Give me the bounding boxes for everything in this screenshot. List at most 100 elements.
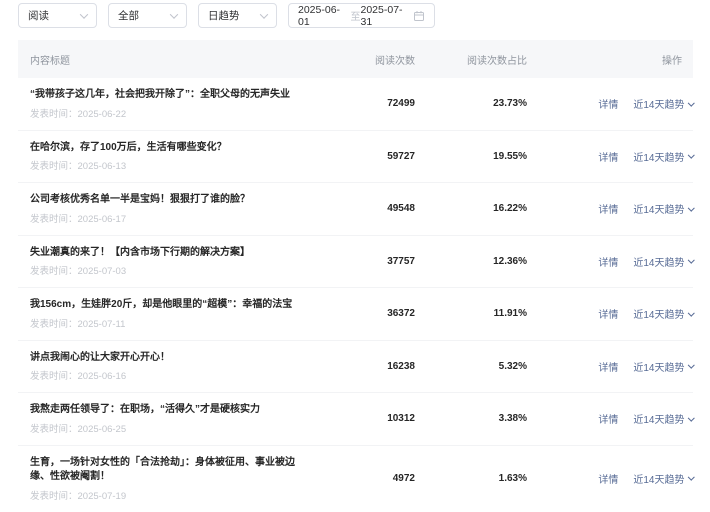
chevron-down-icon (687, 473, 694, 481)
chevron-down-icon (687, 361, 694, 369)
trend-14d-label: 近14天趋势 (633, 152, 685, 164)
read-count: 16238 (387, 360, 415, 372)
read-count: 4972 (392, 473, 415, 484)
read-percent: 16.22% (493, 203, 527, 215)
detail-link[interactable]: 详情 (598, 96, 618, 111)
table-header-row: 内容标题 阅读次数 阅读次数占比 操作 (18, 40, 693, 78)
date-range-separator: 至 (350, 12, 361, 23)
article-title-cell: “我带孩子这几年，社会把我开除了”：全职父母的无声失业 发表时间：2025-06… (18, 88, 325, 120)
date-range-picker[interactable]: 2025-06-01 至 2025-07-31 (288, 3, 435, 28)
article-title: 我156cm，生娃胖20斤，却是他眼里的“超模”：幸福的法宝 (30, 299, 293, 310)
actions-cell: 详情 近14天趋势 (527, 359, 694, 374)
chevron-down-icon (687, 204, 694, 211)
read-count: 72499 (387, 98, 415, 110)
publish-date-prefix: 发表时间： (30, 490, 78, 502)
trend-14d-label: 近14天趋势 (633, 205, 685, 217)
scope-select[interactable]: 全部 (108, 3, 187, 28)
detail-link[interactable]: 详情 (598, 411, 618, 426)
publish-date: 发表时间：2025-06-13 (30, 158, 295, 172)
read-percent: 19.55% (493, 150, 527, 162)
actions-cell: 详情 近14天趋势 (527, 254, 694, 269)
column-header-actions: 操作 (662, 55, 682, 67)
chevron-down-icon (259, 9, 269, 19)
publish-date: 发表时间：2025-06-25 (30, 421, 295, 435)
publish-date-prefix: 发表时间： (30, 318, 78, 330)
actions-cell: 详情 近14天趋势 (527, 201, 694, 217)
actions-cell: 详情 近14天趋势 (527, 306, 694, 322)
publish-date: 发表时间：2025-07-11 (30, 316, 295, 330)
read-count: 49548 (387, 203, 415, 215)
table-body: “我带孩子这几年，社会把我开除了”：全职父母的无声失业 发表时间：2025-06… (18, 78, 694, 512)
table-row: 失业潮真的来了！【内含市场下行期的解决方案】 发表时间：2025-07-03 3… (18, 236, 694, 288)
trend-14d-link[interactable]: 近14天趋势 (633, 254, 694, 269)
read-percent: 12.36% (493, 255, 527, 267)
article-title: “我带孩子这几年，社会把我开除了”：全职父母的无声失业 (30, 89, 290, 100)
publish-date-value: 2025-06-16 (77, 371, 127, 382)
read-percent: 23.73% (493, 98, 527, 110)
publish-date-prefix: 发表时间： (30, 108, 78, 120)
trend-14d-label: 近14天趋势 (633, 475, 685, 486)
chevron-down-icon (687, 256, 694, 264)
scope-select-value: 全部 (118, 10, 139, 22)
publish-date-prefix: 发表时间： (30, 371, 78, 382)
table-row: 生育，一场针对女性的「合法抢劫」：身体被征用、事业被边缘、性欲被阉割！ 发表时间… (18, 446, 694, 512)
article-title: 在哈尔滨，存了100万后，生活有哪些变化？ (30, 141, 227, 153)
chevron-down-icon (687, 151, 694, 159)
actions-cell: 详情 近14天趋势 (527, 96, 694, 111)
read-count: 10312 (387, 413, 415, 425)
publish-date-value: 2025-07-19 (77, 490, 127, 502)
publish-date: 发表时间：2025-06-16 (30, 368, 295, 382)
detail-link[interactable]: 详情 (598, 471, 618, 486)
trend-type-select-value: 日趋势 (208, 10, 240, 22)
detail-link[interactable]: 详情 (598, 306, 618, 321)
article-title: 我熬走两任领导了：在职场，“活得久”才是硬核实力 (30, 404, 260, 415)
article-title: 公司考核优秀名单一半是宝妈！狠狠打了谁的脸？ (30, 194, 250, 205)
read-percent: 1.63% (498, 473, 527, 484)
publish-date-value: 2025-06-22 (77, 108, 127, 120)
publish-date-prefix: 发表时间： (30, 423, 78, 435)
trend-14d-link[interactable]: 近14天趋势 (633, 96, 694, 111)
article-title-cell: 失业潮真的来了！【内含市场下行期的解决方案】 发表时间：2025-07-03 (18, 246, 325, 278)
article-title-cell: 在哈尔滨，存了100万后，生活有哪些变化？ 发表时间：2025-06-13 (18, 141, 325, 173)
column-header-reads-percent: 阅读次数占比 (467, 55, 527, 67)
actions-cell: 详情 近14天趋势 (527, 411, 694, 427)
read-count: 37757 (387, 255, 415, 267)
detail-link[interactable]: 详情 (598, 201, 618, 216)
trend-14d-link[interactable]: 近14天趋势 (633, 411, 694, 427)
detail-link[interactable]: 详情 (598, 254, 618, 269)
publish-date: 发表时间：2025-06-17 (30, 211, 295, 225)
trend-type-select[interactable]: 日趋势 (198, 3, 277, 28)
detail-link[interactable]: 详情 (598, 359, 618, 374)
publish-date-value: 2025-07-11 (77, 318, 126, 330)
trend-14d-link[interactable]: 近14天趋势 (633, 359, 694, 374)
chevron-down-icon (169, 9, 179, 19)
trend-14d-label: 近14天趋势 (633, 362, 685, 374)
trend-14d-label: 近14天趋势 (633, 257, 685, 269)
trend-14d-link[interactable]: 近14天趋势 (633, 471, 694, 486)
publish-date: 发表时间：2025-07-03 (30, 263, 295, 277)
read-percent: 11.91% (493, 308, 527, 320)
publish-date-value: 2025-06-17 (77, 213, 127, 225)
trend-14d-link[interactable]: 近14天趋势 (633, 149, 694, 164)
chevron-down-icon (79, 9, 89, 19)
metric-select[interactable]: 阅读 (18, 3, 97, 28)
publish-date-prefix: 发表时间： (30, 213, 78, 225)
filter-bar: 阅读 全部 日趋势 2025-06-01 至 2025-07-31 (18, 3, 435, 28)
read-percent: 5.32% (498, 360, 527, 372)
chevron-down-icon (687, 414, 694, 421)
table-row: 我熬走两任领导了：在职场，“活得久”才是硬核实力 发表时间：2025-06-25… (18, 393, 694, 446)
trend-14d-link[interactable]: 近14天趋势 (633, 201, 694, 217)
publish-date-value: 2025-06-25 (77, 423, 127, 435)
trend-14d-label: 近14天趋势 (633, 415, 685, 427)
detail-link[interactable]: 详情 (598, 149, 618, 164)
trend-14d-link[interactable]: 近14天趋势 (633, 306, 694, 322)
table-row: “我带孩子这几年，社会把我开除了”：全职父母的无声失业 发表时间：2025-06… (18, 78, 694, 131)
chevron-down-icon (687, 309, 694, 316)
metric-select-value: 阅读 (28, 10, 49, 22)
article-title-cell: 讲点我闹心的让大家开心开心！ 发表时间：2025-06-16 (18, 351, 325, 383)
article-title-cell: 我熬走两任领导了：在职场，“活得久”才是硬核实力 发表时间：2025-06-25 (18, 403, 325, 435)
article-title: 讲点我闹心的让大家开心开心！ (30, 351, 170, 363)
article-title-cell: 我156cm，生娃胖20斤，却是他眼里的“超模”：幸福的法宝 发表时间：2025… (18, 298, 325, 330)
trend-14d-label: 近14天趋势 (633, 310, 685, 322)
table-row: 讲点我闹心的让大家开心开心！ 发表时间：2025-06-16 16238 5.3… (18, 341, 694, 393)
